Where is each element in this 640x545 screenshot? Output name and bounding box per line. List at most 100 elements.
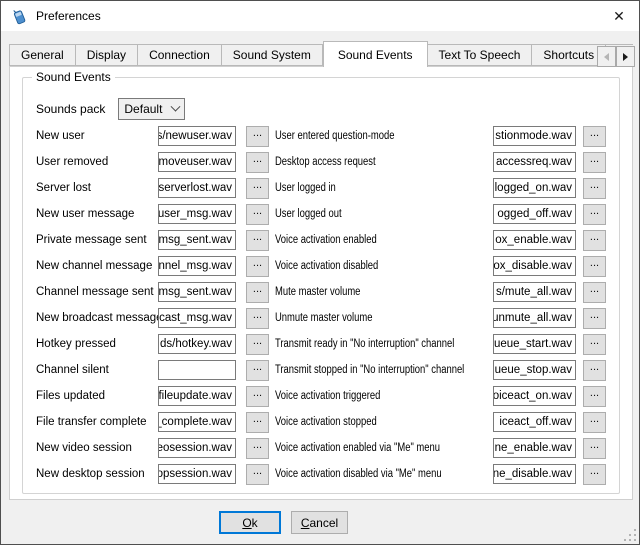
- tab-sound-events[interactable]: Sound Events: [323, 41, 428, 67]
- sound-event-row: Voice activation stopped iceact_off.wav …: [275, 409, 606, 435]
- browse-button[interactable]: ...: [246, 282, 269, 303]
- browse-button[interactable]: ...: [246, 412, 269, 433]
- tab-sound-system[interactable]: Sound System: [222, 44, 323, 66]
- sound-event-row: Transmit ready in "No interruption" chan…: [275, 331, 606, 357]
- browse-button[interactable]: ...: [246, 178, 269, 199]
- sound-event-row: User entered question-mode stionmode.wav…: [275, 123, 606, 149]
- sound-file-field[interactable]: ogged_off.wav: [493, 204, 576, 224]
- browse-button[interactable]: ...: [583, 204, 606, 225]
- browse-button[interactable]: ...: [246, 230, 269, 251]
- sound-event-row: Channel message sent _msg_sent.wav ...: [36, 279, 269, 305]
- sound-event-label: User removed: [36, 156, 158, 168]
- sound-file-field[interactable]: deosession.wav: [158, 438, 236, 458]
- sound-file-field[interactable]: /user_msg.wav: [158, 204, 236, 224]
- sound-file-field[interactable]: _msg_sent.wav: [158, 230, 236, 250]
- sound-file-value: unmute_all.wav: [493, 312, 572, 324]
- sound-event-row: File transfer complete _complete.wav ...: [36, 409, 269, 435]
- sound-file-field[interactable]: [158, 360, 236, 380]
- sound-file-field[interactable]: iceact_off.wav: [493, 412, 576, 432]
- browse-button[interactable]: ...: [246, 334, 269, 355]
- sound-file-value: ox_enable.wav: [495, 234, 572, 246]
- cancel-button[interactable]: Cancel: [291, 511, 348, 534]
- sound-file-value: ogged_off.wav: [497, 208, 572, 220]
- sound-file-field[interactable]: logged_on.wav: [493, 178, 576, 198]
- sound-file-field[interactable]: _complete.wav: [158, 412, 236, 432]
- tab-shortcuts[interactable]: Shortcuts: [532, 44, 606, 66]
- sound-file-field[interactable]: ne_enable.wav: [493, 438, 576, 458]
- browse-button[interactable]: ...: [583, 282, 606, 303]
- ok-button[interactable]: Ok: [219, 511, 281, 534]
- sound-event-row: Voice activation enabled ox_enable.wav .…: [275, 227, 606, 253]
- sound-file-field[interactable]: oiceact_on.wav: [493, 386, 576, 406]
- tab-text-to-speech[interactable]: Text To Speech: [428, 44, 533, 66]
- sound-event-label: New user message: [36, 208, 158, 220]
- sound-file-field[interactable]: ox_disable.wav: [493, 256, 576, 276]
- tab-scroll-right-button[interactable]: [616, 46, 635, 67]
- sounds-pack-select[interactable]: Default: [118, 98, 185, 120]
- preferences-dialog: Preferences ✕ GeneralDisplayConnectionSo…: [0, 0, 640, 545]
- sound-event-label: Server lost: [36, 182, 158, 194]
- browse-button[interactable]: ...: [246, 204, 269, 225]
- browse-button[interactable]: ...: [583, 256, 606, 277]
- sound-file-field[interactable]: annel_msg.wav: [158, 256, 236, 276]
- sound-file-value: _complete.wav: [158, 416, 232, 428]
- sound-file-field[interactable]: ne_disable.wav: [493, 464, 576, 484]
- sound-file-field[interactable]: dcast_msg.wav: [158, 308, 236, 328]
- sound-file-field[interactable]: /serverlost.wav: [158, 178, 236, 198]
- resize-grip[interactable]: [623, 528, 636, 541]
- sound-event-row: User logged out ogged_off.wav ...: [275, 201, 606, 227]
- browse-button[interactable]: ...: [246, 126, 269, 147]
- sound-file-field[interactable]: ueue_stop.wav: [493, 360, 576, 380]
- sound-file-field[interactable]: topsession.wav: [158, 464, 236, 484]
- browse-button[interactable]: ...: [583, 230, 606, 251]
- browse-button[interactable]: ...: [583, 152, 606, 173]
- browse-button[interactable]: ...: [246, 438, 269, 459]
- sound-event-row: New desktop session topsession.wav ...: [36, 461, 269, 487]
- close-icon[interactable]: ✕: [599, 1, 639, 31]
- browse-button[interactable]: ...: [246, 308, 269, 329]
- sound-file-field[interactable]: emoveuser.wav: [158, 152, 236, 172]
- sound-events-left-column: New user s/newuser.wav ... User removed …: [36, 123, 269, 487]
- tab-scroll-left-button[interactable]: [597, 46, 616, 67]
- browse-button[interactable]: ...: [583, 438, 606, 459]
- sound-events-page: Sound Events Sounds pack Default New use…: [9, 66, 633, 500]
- sound-event-label: Transmit stopped in "No interruption" ch…: [275, 364, 454, 376]
- tab-label: Display: [87, 48, 126, 62]
- sound-file-field[interactable]: _msg_sent.wav: [158, 282, 236, 302]
- browse-button[interactable]: ...: [583, 334, 606, 355]
- sound-file-field[interactable]: stionmode.wav: [493, 126, 576, 146]
- window-title: Preferences: [36, 9, 101, 23]
- browse-button[interactable]: ...: [583, 126, 606, 147]
- sound-file-field[interactable]: ueue_start.wav: [493, 334, 576, 354]
- browse-button[interactable]: ...: [583, 308, 606, 329]
- browse-button[interactable]: ...: [246, 256, 269, 277]
- sound-event-label: Voice activation disabled via "Me" menu: [275, 468, 454, 480]
- browse-button[interactable]: ...: [246, 152, 269, 173]
- tab-connection[interactable]: Connection: [138, 44, 222, 66]
- browse-button[interactable]: ...: [246, 386, 269, 407]
- browse-button[interactable]: ...: [583, 386, 606, 407]
- sound-file-field[interactable]: accessreq.wav: [493, 152, 576, 172]
- sound-file-field[interactable]: /fileupdate.wav: [158, 386, 236, 406]
- sound-event-row: New broadcast message dcast_msg.wav ...: [36, 305, 269, 331]
- tab-display[interactable]: Display: [76, 44, 138, 66]
- browse-button[interactable]: ...: [583, 464, 606, 485]
- sound-events-groupbox: Sound Events Sounds pack Default New use…: [22, 77, 620, 494]
- sound-file-field[interactable]: unmute_all.wav: [493, 308, 576, 328]
- sound-event-label: New broadcast message: [36, 312, 158, 324]
- sound-file-value: /serverlost.wav: [158, 182, 232, 194]
- browse-button[interactable]: ...: [246, 360, 269, 381]
- browse-button[interactable]: ...: [583, 360, 606, 381]
- browse-button[interactable]: ...: [246, 464, 269, 485]
- sound-file-field[interactable]: ds/hotkey.wav: [158, 334, 236, 354]
- tab-strip: General Display ConnectionSound SystemSoun…: [9, 41, 633, 67]
- sound-file-field[interactable]: ox_enable.wav: [493, 230, 576, 250]
- browse-button[interactable]: ...: [583, 178, 606, 199]
- sound-file-field[interactable]: s/newuser.wav: [158, 126, 236, 146]
- sound-event-row: Files updated /fileupdate.wav ...: [36, 383, 269, 409]
- tab-general[interactable]: General: [9, 44, 76, 66]
- sound-event-row: Voice activation triggered oiceact_on.wa…: [275, 383, 606, 409]
- sound-file-field[interactable]: s/mute_all.wav: [493, 282, 576, 302]
- browse-button[interactable]: ...: [583, 412, 606, 433]
- sound-event-label: New channel message: [36, 260, 158, 272]
